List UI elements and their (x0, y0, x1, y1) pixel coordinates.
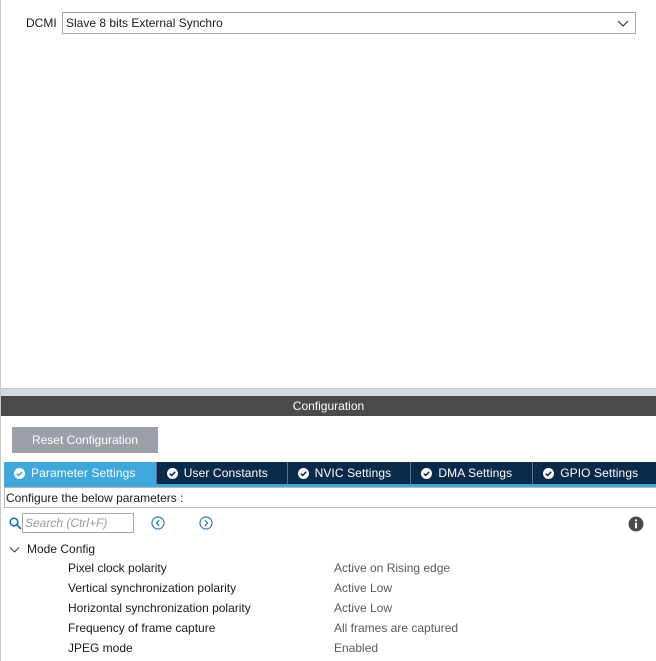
configuration-tabs: Parameter Settings User Constants NVIC S… (4, 462, 656, 487)
tab-label: Parameter Settings (31, 466, 136, 480)
tab-label: GPIO Settings (560, 466, 639, 480)
param-row[interactable]: Frequency of frame capture All frames ar… (1, 618, 656, 638)
chevron-down-icon (617, 20, 629, 27)
param-row[interactable]: Horizontal synchronization polarity Acti… (1, 598, 656, 618)
param-name: Horizontal synchronization polarity (68, 601, 251, 615)
tab-label: User Constants (183, 466, 268, 480)
search-icon (9, 517, 22, 530)
arrow-right-circle-icon[interactable] (199, 516, 213, 530)
tree-group-label: Mode Config (27, 542, 96, 556)
check-circle-icon (543, 467, 555, 479)
tab-parameter-settings[interactable]: Parameter Settings (4, 462, 157, 484)
tab-label: DMA Settings (438, 466, 513, 480)
tab-gpio-settings[interactable]: GPIO Settings (533, 462, 656, 484)
chevron-down-icon (9, 546, 20, 553)
param-value[interactable]: Enabled (334, 641, 378, 655)
param-value[interactable]: Active Low (334, 581, 392, 595)
param-row[interactable]: JPEG mode Enabled (1, 638, 656, 658)
reset-configuration-button[interactable]: Reset Configuration (12, 427, 158, 453)
tree-group-mode-config[interactable]: Mode Config (9, 540, 95, 558)
param-name: Frequency of frame capture (68, 621, 216, 635)
check-circle-icon (166, 467, 178, 479)
param-value[interactable]: Active on Rising edge (334, 561, 450, 575)
panel-splitter[interactable] (1, 388, 656, 396)
mode-label: DCMI (26, 16, 57, 30)
tab-user-constants[interactable]: User Constants (157, 462, 288, 484)
mode-select-value: Slave 8 bits External Synchro (66, 16, 223, 30)
mode-area: DCMI Slave 8 bits External Synchro (1, 0, 656, 388)
param-row[interactable]: Pixel clock polarity Active on Rising ed… (1, 558, 656, 578)
check-circle-icon (14, 467, 25, 479)
info-icon[interactable] (628, 516, 644, 532)
configuration-header: Configuration (1, 396, 656, 416)
check-circle-icon (297, 467, 309, 479)
arrow-left-circle-icon[interactable] (151, 516, 165, 530)
param-name: JPEG mode (68, 641, 133, 655)
search-input[interactable] (22, 513, 134, 533)
configuration-title: Configuration (292, 399, 365, 413)
tab-nvic-settings[interactable]: NVIC Settings (288, 462, 412, 484)
param-value[interactable]: All frames are captured (334, 621, 458, 635)
param-row[interactable]: Vertical synchronization polarity Active… (1, 578, 656, 598)
param-name: Pixel clock polarity (68, 561, 167, 575)
instruction-text: Configure the below parameters : (4, 487, 656, 508)
mode-select[interactable]: Slave 8 bits External Synchro (62, 12, 636, 34)
instruction-label: Configure the below parameters : (6, 490, 184, 505)
check-circle-icon (421, 467, 433, 479)
dcmi-configuration-panel: DCMI Slave 8 bits External Synchro Confi… (0, 0, 656, 661)
param-name: Vertical synchronization polarity (68, 581, 237, 595)
param-value[interactable]: Active Low (334, 601, 392, 615)
tab-label: NVIC Settings (314, 466, 392, 480)
tab-dma-settings[interactable]: DMA Settings (411, 462, 534, 484)
